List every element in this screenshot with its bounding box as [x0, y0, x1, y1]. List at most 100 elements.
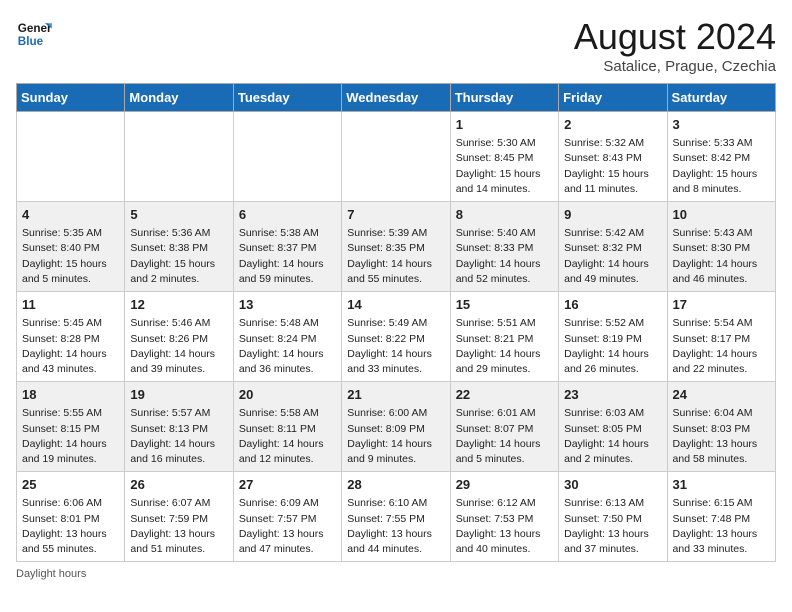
day-number: 20	[239, 386, 336, 404]
weekday-header-thursday: Thursday	[450, 84, 558, 112]
day-number: 5	[130, 206, 227, 224]
weekday-header-saturday: Saturday	[667, 84, 775, 112]
day-cell-1-4	[342, 112, 450, 202]
day-cell-1-5: 1 Sunrise: 5:30 AM Sunset: 8:45 PM Daylig…	[450, 112, 558, 202]
day-cell-4-1: 18Sunrise: 5:55 AM Sunset: 8:15 PM Dayli…	[17, 382, 125, 472]
location: Satalice, Prague, Czechia	[574, 58, 776, 75]
weekday-header-monday: Monday	[125, 84, 233, 112]
day-info: Sunrise: 5:45 AM Sunset: 8:28 PM Dayligh…	[22, 316, 119, 377]
day-number: 10	[673, 206, 770, 224]
day-cell-3-6: 16 Sunrise: 5:52 AM Sunset: 8:19 PM Dayli…	[559, 292, 667, 382]
day-number: 31	[673, 476, 770, 494]
day-info: Sunrise: 6:01 AM Sunset: 8:07 PM Dayligh…	[456, 406, 553, 467]
day-cell-3-5: 15 Sunrise: 5:51 AM Sunset: 8:21 PM Dayli…	[450, 292, 558, 382]
weekday-header-friday: Friday	[559, 84, 667, 112]
day-cell-5-2: 26Sunrise: 6:07 AM Sunset: 7:59 PM Dayli…	[125, 472, 233, 562]
day-cell-4-2: 19 Sunrise: 5:57 AM Sunset: 8:13 PM Dayli…	[125, 382, 233, 472]
day-number: 29	[456, 476, 553, 494]
day-info: Sunrise: 5:33 AM Sunset: 8:42 PM Dayligh…	[673, 136, 770, 197]
day-cell-3-4: 14Sunrise: 5:49 AM Sunset: 8:22 PM Dayli…	[342, 292, 450, 382]
day-cell-4-6: 23 Sunrise: 6:03 AM Sunset: 8:05 PM Dayli…	[559, 382, 667, 472]
day-info: Sunrise: 6:00 AM Sunset: 8:09 PM Dayligh…	[347, 406, 444, 467]
page-header: General Blue August 2024 Satalice, Pragu…	[16, 16, 776, 75]
day-cell-4-5: 22 Sunrise: 6:01 AM Sunset: 8:07 PM Dayli…	[450, 382, 558, 472]
day-cell-1-2	[125, 112, 233, 202]
day-number: 7	[347, 206, 444, 224]
day-number: 11	[22, 296, 119, 314]
day-cell-1-7: 3 Sunrise: 5:33 AM Sunset: 8:42 PM Daylig…	[667, 112, 775, 202]
logo: General Blue	[16, 16, 52, 52]
day-cell-2-4: 7 Sunrise: 5:39 AM Sunset: 8:35 PM Daylig…	[342, 202, 450, 292]
day-number: 9	[564, 206, 661, 224]
day-number: 28	[347, 476, 444, 494]
day-cell-2-6: 9 Sunrise: 5:42 AM Sunset: 8:32 PM Daylig…	[559, 202, 667, 292]
day-info: Sunrise: 5:55 AM Sunset: 8:15 PM Dayligh…	[22, 406, 119, 467]
day-cell-2-2: 5 Sunrise: 5:36 AM Sunset: 8:38 PM Daylig…	[125, 202, 233, 292]
day-info: Sunrise: 5:32 AM Sunset: 8:43 PM Dayligh…	[564, 136, 661, 197]
day-cell-1-6: 2 Sunrise: 5:32 AM Sunset: 8:43 PM Daylig…	[559, 112, 667, 202]
day-number: 22	[456, 386, 553, 404]
day-info: Sunrise: 5:39 AM Sunset: 8:35 PM Dayligh…	[347, 226, 444, 287]
footer-note: Daylight hours	[16, 568, 776, 580]
day-info: Sunrise: 5:54 AM Sunset: 8:17 PM Dayligh…	[673, 316, 770, 377]
week-row-4: 18Sunrise: 5:55 AM Sunset: 8:15 PM Dayli…	[17, 382, 776, 472]
day-info: Sunrise: 5:46 AM Sunset: 8:26 PM Dayligh…	[130, 316, 227, 377]
day-number: 12	[130, 296, 227, 314]
day-cell-4-7: 24 Sunrise: 6:04 AM Sunset: 8:03 PM Dayli…	[667, 382, 775, 472]
day-cell-1-3	[233, 112, 341, 202]
day-number: 25	[22, 476, 119, 494]
day-number: 26	[130, 476, 227, 494]
weekday-header-tuesday: Tuesday	[233, 84, 341, 112]
day-cell-3-2: 12 Sunrise: 5:46 AM Sunset: 8:26 PM Dayli…	[125, 292, 233, 382]
day-info: Sunrise: 5:52 AM Sunset: 8:19 PM Dayligh…	[564, 316, 661, 377]
day-cell-2-1: 4Sunrise: 5:35 AM Sunset: 8:40 PM Daylig…	[17, 202, 125, 292]
day-number: 4	[22, 206, 119, 224]
day-number: 16	[564, 296, 661, 314]
day-info: Sunrise: 5:36 AM Sunset: 8:38 PM Dayligh…	[130, 226, 227, 287]
day-cell-2-7: 10Sunrise: 5:43 AM Sunset: 8:30 PM Dayli…	[667, 202, 775, 292]
day-cell-5-5: 29 Sunrise: 6:12 AM Sunset: 7:53 PM Dayli…	[450, 472, 558, 562]
day-cell-5-6: 30Sunrise: 6:13 AM Sunset: 7:50 PM Dayli…	[559, 472, 667, 562]
day-cell-3-3: 13 Sunrise: 5:48 AM Sunset: 8:24 PM Dayli…	[233, 292, 341, 382]
day-number: 23	[564, 386, 661, 404]
day-info: Sunrise: 5:48 AM Sunset: 8:24 PM Dayligh…	[239, 316, 336, 377]
day-number: 8	[456, 206, 553, 224]
day-cell-3-1: 11 Sunrise: 5:45 AM Sunset: 8:28 PM Dayli…	[17, 292, 125, 382]
calendar-table: SundayMondayTuesdayWednesdayThursdayFrid…	[16, 83, 776, 562]
day-info: Sunrise: 5:30 AM Sunset: 8:45 PM Dayligh…	[456, 136, 553, 197]
month-title: August 2024	[574, 16, 776, 58]
week-row-3: 11 Sunrise: 5:45 AM Sunset: 8:28 PM Dayli…	[17, 292, 776, 382]
day-number: 6	[239, 206, 336, 224]
weekday-header-wednesday: Wednesday	[342, 84, 450, 112]
week-row-2: 4Sunrise: 5:35 AM Sunset: 8:40 PM Daylig…	[17, 202, 776, 292]
day-cell-5-1: 25Sunrise: 6:06 AM Sunset: 8:01 PM Dayli…	[17, 472, 125, 562]
day-cell-2-5: 8Sunrise: 5:40 AM Sunset: 8:33 PM Daylig…	[450, 202, 558, 292]
week-row-5: 25Sunrise: 6:06 AM Sunset: 8:01 PM Dayli…	[17, 472, 776, 562]
day-info: Sunrise: 6:12 AM Sunset: 7:53 PM Dayligh…	[456, 496, 553, 557]
week-row-1: 1 Sunrise: 5:30 AM Sunset: 8:45 PM Daylig…	[17, 112, 776, 202]
day-number: 19	[130, 386, 227, 404]
day-cell-5-7: 31 Sunrise: 6:15 AM Sunset: 7:48 PM Dayli…	[667, 472, 775, 562]
logo-icon: General Blue	[16, 16, 52, 52]
day-cell-5-4: 28Sunrise: 6:10 AM Sunset: 7:55 PM Dayli…	[342, 472, 450, 562]
day-info: Sunrise: 5:58 AM Sunset: 8:11 PM Dayligh…	[239, 406, 336, 467]
day-info: Sunrise: 5:51 AM Sunset: 8:21 PM Dayligh…	[456, 316, 553, 377]
day-number: 13	[239, 296, 336, 314]
day-number: 2	[564, 116, 661, 134]
day-info: Sunrise: 5:57 AM Sunset: 8:13 PM Dayligh…	[130, 406, 227, 467]
day-cell-4-4: 21Sunrise: 6:00 AM Sunset: 8:09 PM Dayli…	[342, 382, 450, 472]
day-number: 3	[673, 116, 770, 134]
day-info: Sunrise: 6:03 AM Sunset: 8:05 PM Dayligh…	[564, 406, 661, 467]
day-number: 27	[239, 476, 336, 494]
weekday-header-sunday: Sunday	[17, 84, 125, 112]
day-info: Sunrise: 6:04 AM Sunset: 8:03 PM Dayligh…	[673, 406, 770, 467]
day-number: 24	[673, 386, 770, 404]
day-number: 15	[456, 296, 553, 314]
title-block: August 2024 Satalice, Prague, Czechia	[574, 16, 776, 75]
day-cell-4-3: 20 Sunrise: 5:58 AM Sunset: 8:11 PM Dayli…	[233, 382, 341, 472]
day-info: Sunrise: 5:42 AM Sunset: 8:32 PM Dayligh…	[564, 226, 661, 287]
day-number: 1	[456, 116, 553, 134]
day-info: Sunrise: 6:09 AM Sunset: 7:57 PM Dayligh…	[239, 496, 336, 557]
day-cell-5-3: 27 Sunrise: 6:09 AM Sunset: 7:57 PM Dayli…	[233, 472, 341, 562]
day-info: Sunrise: 6:15 AM Sunset: 7:48 PM Dayligh…	[673, 496, 770, 557]
